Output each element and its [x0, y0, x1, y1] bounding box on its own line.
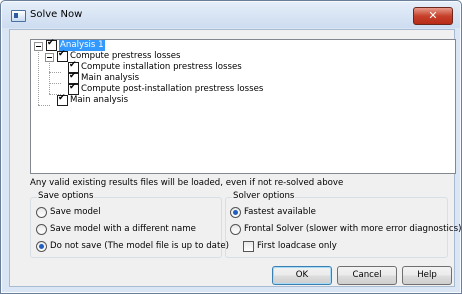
radio-icon[interactable]	[36, 207, 47, 218]
radio-label: Frontal Solver (slower with more error d…	[244, 224, 462, 234]
radio-selected-icon[interactable]	[230, 207, 241, 218]
radio-label: Save model	[50, 207, 101, 217]
cancel-button[interactable]: Cancel	[337, 266, 397, 285]
checkbox-label: First loadcase only	[257, 241, 337, 251]
collapse-icon[interactable]	[45, 53, 54, 62]
ok-button[interactable]: OK	[272, 266, 332, 285]
tree-node-main-analysis[interactable]: Main analysis	[68, 71, 140, 84]
radio-icon[interactable]	[230, 224, 241, 235]
checkbox-checked-icon[interactable]	[57, 49, 68, 62]
first-loadcase-checkbox[interactable]: First loadcase only	[243, 240, 337, 252]
tree-node-main-analysis[interactable]: Main analysis	[57, 93, 129, 106]
tree-node-label: Analysis 1	[59, 40, 105, 51]
tree-node-analysis[interactable]: Analysis 1	[46, 38, 105, 51]
window-title: Solve Now	[30, 9, 83, 20]
solve-now-dialog: Solve Now ✕ Analysis 1 Compute prestress…	[0, 0, 462, 294]
tree-node-label: Compute prestress losses	[70, 51, 181, 61]
analysis-tree[interactable]: Analysis 1 Compute prestress losses Comp…	[30, 38, 456, 174]
radio-label: Fastest available	[244, 207, 316, 217]
checkbox-checked-icon[interactable]	[46, 38, 57, 51]
save-options-group: Save options Save model Save model with …	[30, 191, 229, 258]
checkbox-checked-icon[interactable]	[68, 82, 79, 95]
checkbox-checked-icon[interactable]	[57, 93, 68, 106]
results-info-text: Any valid existing results files will be…	[30, 178, 344, 188]
tree-node-post-installation-losses[interactable]: Compute post-installation prestress loss…	[68, 82, 264, 95]
checkbox-icon[interactable]	[243, 241, 254, 252]
group-title: Save options	[37, 191, 95, 201]
tree-connector	[49, 83, 61, 84]
tree-connector	[49, 63, 50, 94]
tree-node-label: Compute post-installation prestress loss…	[81, 84, 264, 94]
tree-node-label: Main analysis	[81, 73, 140, 83]
radio-save-model-different-name[interactable]: Save model with a different name	[36, 223, 196, 235]
close-button[interactable]: ✕	[413, 7, 453, 25]
radio-label: Do not save (The model file is up to dat…	[50, 241, 229, 251]
radio-fastest-available[interactable]: Fastest available	[230, 206, 316, 218]
radio-frontal-solver[interactable]: Frontal Solver (slower with more error d…	[230, 223, 461, 235]
tree-connector	[38, 52, 39, 105]
dialog-client-area: Analysis 1 Compute prestress losses Comp…	[9, 29, 461, 287]
tree-node-label: Compute installation prestress losses	[81, 62, 242, 72]
radio-icon[interactable]	[36, 224, 47, 235]
group-title: Solver options	[232, 191, 296, 201]
title-bar[interactable]: Solve Now ✕	[2, 2, 460, 28]
tree-connector	[38, 105, 50, 106]
tree-connector	[49, 72, 61, 73]
tree-node-label: Main analysis	[70, 95, 129, 105]
radio-save-model[interactable]: Save model	[36, 206, 101, 218]
solver-options-group: Solver options Fastest available Frontal…	[225, 191, 461, 258]
radio-do-not-save[interactable]: Do not save (The model file is up to dat…	[36, 240, 229, 252]
app-window-icon	[11, 10, 26, 22]
radio-selected-icon[interactable]	[36, 241, 47, 252]
tree-node-installation-losses[interactable]: Compute installation prestress losses	[68, 60, 242, 73]
help-button[interactable]: Help	[402, 266, 452, 285]
radio-label: Save model with a different name	[50, 224, 196, 234]
collapse-icon[interactable]	[34, 42, 43, 51]
